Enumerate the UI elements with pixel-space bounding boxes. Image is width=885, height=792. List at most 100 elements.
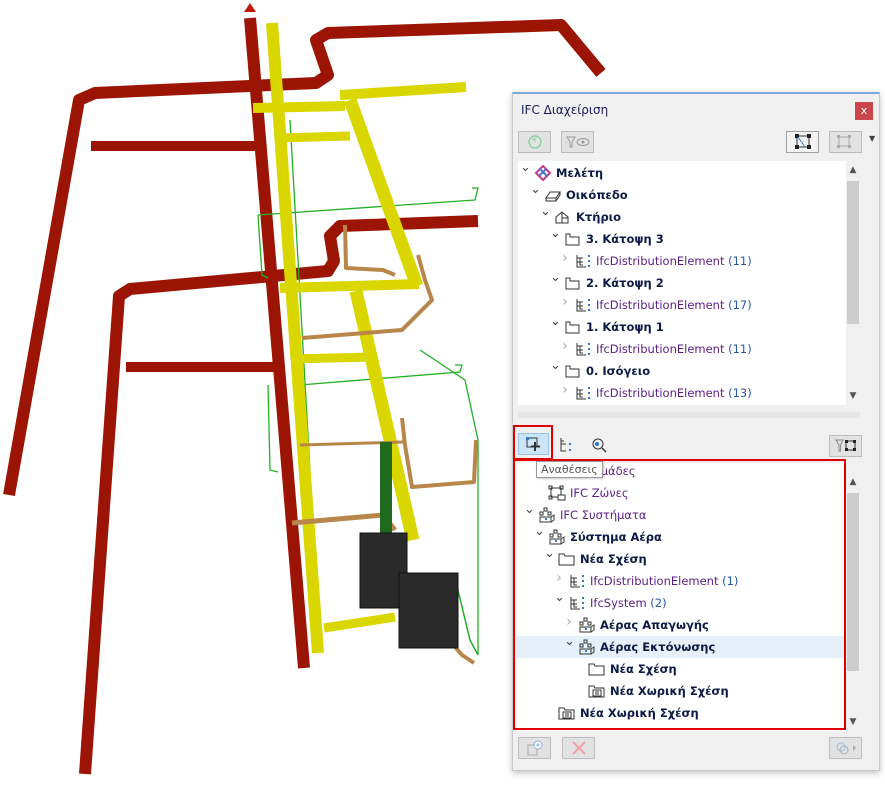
tree-item[interactable]: ⌄ Μελέτη: [518, 161, 846, 184]
chevron-right-icon[interactable]: ›: [560, 295, 570, 309]
spatial-link-button[interactable]: [829, 131, 862, 153]
chevron-down-icon[interactable]: ⌄: [550, 227, 561, 240]
chevron-down-icon[interactable]: ⌄: [524, 503, 535, 516]
refresh-button[interactable]: [518, 131, 551, 153]
ifc-type-icon: [570, 597, 584, 610]
tree-item[interactable]: ⌄ 1. Κάτοψη 1: [518, 315, 846, 338]
scroll-down-icon[interactable]: ▼: [846, 391, 860, 401]
chevron-down-icon[interactable]: ⌄: [554, 591, 565, 604]
label-text: IfcDistributionElement: [596, 298, 725, 312]
tree-item[interactable]: ⌄ Οικόπεδο: [518, 183, 846, 206]
chevron-down-icon[interactable]: ⌄: [550, 271, 561, 284]
ifc-type-icon: [570, 575, 584, 588]
delete-button[interactable]: [562, 737, 595, 759]
chevron-right-icon[interactable]: ›: [560, 383, 570, 397]
item-count: (1): [718, 574, 739, 588]
close-button[interactable]: x: [855, 102, 873, 120]
assignments-tab[interactable]: [518, 433, 549, 455]
tree-item[interactable]: IFC Ζώνες: [516, 482, 846, 504]
tree-item[interactable]: › IfcDistributionElement (13): [518, 382, 846, 404]
chevron-down-icon[interactable]: ⌄: [520, 161, 531, 174]
tree-item-label: 0. Ισόγειο: [586, 364, 650, 378]
chevron-down-icon[interactable]: ⌄: [544, 547, 555, 560]
label-text: Νέα Σχέση: [610, 662, 677, 676]
chevron-down-icon[interactable]: ⌄: [534, 525, 545, 538]
tree-item[interactable]: ⌄ Νέα Σχέση: [516, 547, 846, 570]
splitter[interactable]: [518, 412, 860, 418]
new-relation-button[interactable]: [518, 737, 551, 759]
assignments-tree[interactable]: IFC Ομάδες IFC Ζώνες ⌄ IFC Συστήματα ⌄ Σύστημ…: [516, 463, 846, 731]
tree-item[interactable]: Νέα Χωρική Σχέση: [516, 680, 846, 702]
system-icon: [549, 529, 565, 545]
tree-item[interactable]: ⌄ 0. Ισόγειο: [518, 359, 846, 382]
pipe: [400, 417, 478, 489]
tree-item[interactable]: ⌄ Αέρας Εκτόνωσης: [516, 635, 846, 658]
chevron-down-icon[interactable]: ⌄: [530, 183, 541, 196]
tree-item-label: 3. Κάτοψη 3: [586, 232, 664, 246]
tree-item-label: IfcDistributionElement (17): [596, 298, 752, 312]
chevron-down-icon[interactable]: ⌄: [564, 635, 575, 648]
system-icon: [539, 507, 555, 523]
storey-icon: [565, 277, 580, 290]
tree-item[interactable]: › IfcDistributionElement (17): [518, 294, 846, 316]
tree-item[interactable]: › IfcDistributionElement (11): [518, 338, 846, 360]
item-count: (11): [724, 342, 752, 356]
exhaust-duct: [343, 97, 424, 289]
ifc-type-icon: [576, 343, 590, 356]
tree-item-label: IFC Ζώνες: [570, 486, 629, 500]
scroll-up-icon[interactable]: ▲: [846, 165, 860, 175]
tree-item-label: Αέρας Απαγωγής: [600, 618, 709, 632]
tree-item[interactable]: › Αέρας Απαγωγής: [516, 614, 846, 636]
tree-item[interactable]: Νέα Σχέση: [516, 658, 846, 680]
chevron-down-icon[interactable]: ⌄: [550, 315, 561, 328]
scroll-thumb[interactable]: [847, 493, 859, 671]
ifc-type-icon: [576, 299, 590, 312]
tree-item[interactable]: ⌄ Σύστημα Αέρα: [516, 525, 846, 548]
scroll-thumb[interactable]: [847, 181, 859, 324]
tree-item[interactable]: ⌄ 2. Κάτοψη 2: [518, 271, 846, 294]
project-icon: [534, 165, 552, 181]
riser-arrow-icon: [244, 3, 256, 12]
tree-item[interactable]: ⌄ Κτήριο: [518, 205, 846, 228]
scroll-up-icon[interactable]: ▲: [846, 477, 860, 487]
label-text: IfcDistributionElement: [590, 574, 719, 588]
chevron-right-icon[interactable]: ›: [564, 615, 574, 629]
label-text: 2. Κάτοψη 2: [586, 276, 664, 290]
find-icon: [592, 438, 607, 453]
filter-selection-button[interactable]: [829, 435, 862, 457]
ifc-type-icon: [576, 387, 590, 400]
tree-item[interactable]: ⌄ 3. Κάτοψη 3: [518, 227, 846, 250]
chevron-right-icon[interactable]: ›: [560, 251, 570, 265]
chevron-right-icon[interactable]: ›: [560, 339, 570, 353]
chevron-down-icon[interactable]: ⌄: [540, 205, 551, 218]
item-count: (13): [724, 386, 752, 400]
panel-menu-arrow-icon[interactable]: ▼: [869, 134, 875, 143]
assignments-icon: [525, 437, 540, 451]
label-text: IfcSystem: [590, 596, 647, 610]
scroll-down-icon[interactable]: ▼: [846, 717, 860, 727]
project-tree[interactable]: ⌄ Μελέτη ⌄ Οικόπεδο ⌄ Κτήριο ⌄ 3. Κάτοψη 3 › IfcD…: [518, 161, 846, 405]
tree-item[interactable]: › IfcDistributionElement (11): [518, 250, 846, 272]
delete-icon: [571, 741, 586, 755]
wire: [455, 581, 479, 656]
select-elements-button[interactable]: [786, 131, 819, 153]
tree-item[interactable]: ⌄ IfcSystem (2): [516, 591, 846, 614]
assignments-tree-scrollbar[interactable]: ▲ ▼: [846, 463, 860, 731]
storey-icon: [565, 233, 580, 246]
tree-item-label: Κτήριο: [576, 210, 621, 224]
project-tree-scrollbar[interactable]: ▲ ▼: [846, 161, 860, 405]
tree-item[interactable]: Νέα Χωρική Σχέση: [516, 702, 846, 724]
new-relation-icon: [527, 740, 542, 756]
chevron-down-icon[interactable]: ⌄: [550, 359, 561, 372]
find-tab[interactable]: [591, 437, 607, 457]
ifc-type-icon: [576, 255, 590, 268]
storey-icon: [565, 321, 580, 334]
link-menu-button[interactable]: [829, 737, 862, 759]
tree-item[interactable]: ⌄ IFC Συστήματα: [516, 503, 846, 526]
tree-item[interactable]: › IfcDistributionElement (1): [516, 570, 846, 592]
chevron-right-icon[interactable]: ›: [554, 571, 564, 585]
riser-duct: [380, 442, 392, 533]
filter-visibility-button[interactable]: [561, 131, 594, 153]
spatial-relation-icon: [558, 707, 575, 720]
tree-list-tab[interactable]: [558, 437, 574, 457]
